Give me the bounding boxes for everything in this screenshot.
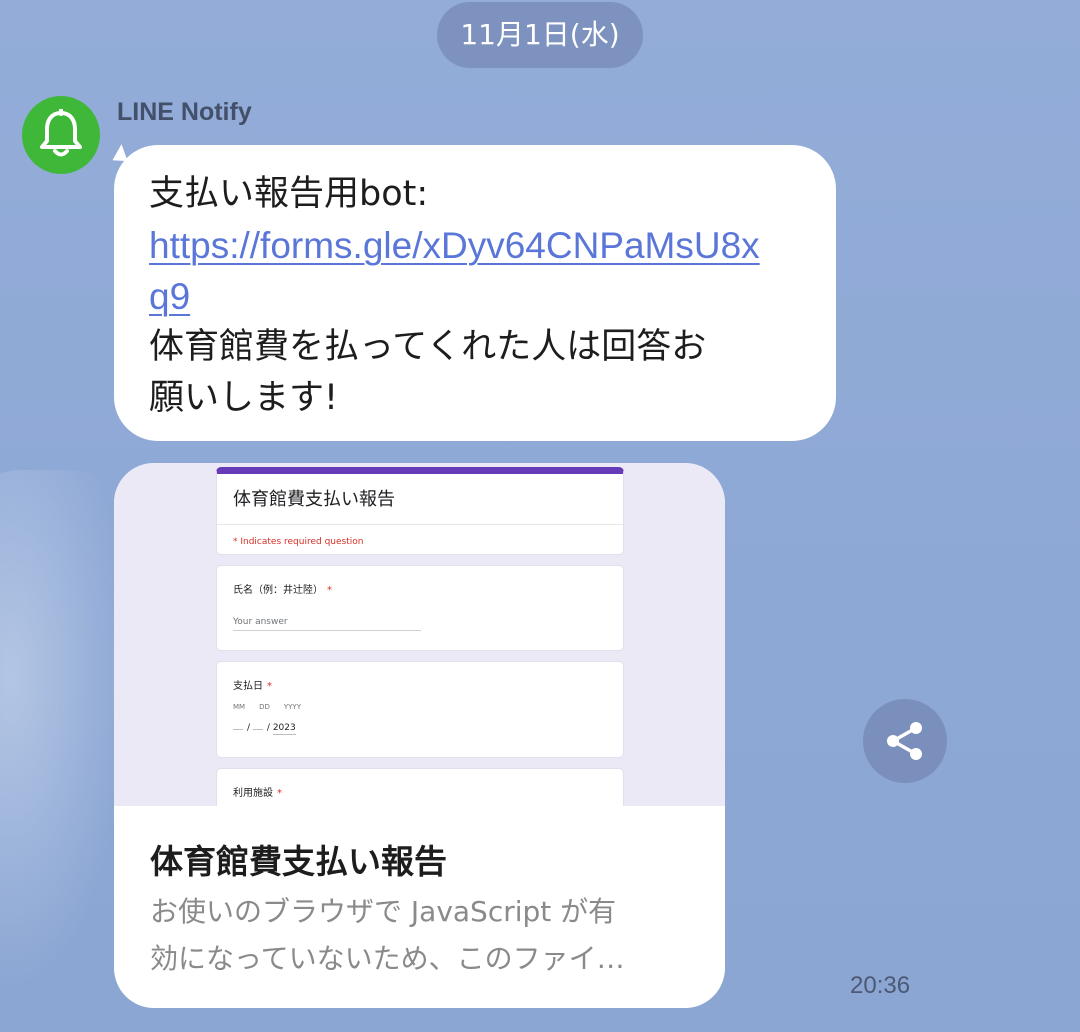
required-mark: * (327, 585, 332, 596)
sender-avatar[interactable] (22, 96, 100, 174)
message-timestamp: 20:36 (850, 972, 911, 999)
form-divider (217, 524, 623, 525)
message-text-line-2: 願いします! (149, 378, 339, 418)
date-field-values: / / 2023 (233, 723, 296, 735)
link-preview-card[interactable]: 体育館費支払い報告 * Indicates required question … (114, 463, 725, 1008)
form-question-facility: 利用施設 * (216, 768, 624, 806)
answer-placeholder: Your answer (233, 617, 288, 627)
share-button[interactable] (863, 699, 947, 783)
question-label-date: 支払日 * (233, 681, 272, 692)
form-header-box: 体育館費支払い報告 * Indicates required question (216, 467, 624, 555)
message-text-line-1: 体育館費を払ってくれた人は回答お (149, 327, 707, 367)
form-title: 体育館費支払い報告 (233, 489, 395, 510)
form-question-name: 氏名（例：井辻陸） * Your answer (216, 565, 624, 651)
message-link-line-1[interactable]: https://forms.gle/xDyv64CNPaMsU8x (149, 220, 802, 271)
question-label-name: 氏名（例：井辻陸） * (233, 585, 332, 596)
background-cloud (0, 470, 130, 990)
form-question-date: 支払日 * MM DD YYYY / / 2023 (216, 661, 624, 758)
question-label-facility: 利用施設 * (233, 788, 282, 799)
message-bubble[interactable]: 支払い報告用bot: https://forms.gle/xDyv64CNPaM… (114, 145, 836, 441)
form-required-note: * Indicates required question (233, 537, 364, 547)
answer-underline (233, 630, 421, 631)
sender-name[interactable]: LINE Notify (117, 98, 252, 127)
required-mark: * (267, 681, 272, 692)
required-mark: * (277, 788, 282, 799)
share-icon (887, 722, 922, 760)
form-preview-image: 体育館費支払い報告 * Indicates required question … (114, 463, 725, 806)
card-title[interactable]: 体育館費支払い報告 (150, 835, 447, 883)
card-description: お使いのブラウザで JavaScript が有 効になっていないため、このファイ… (150, 895, 625, 975)
date-field-headers: MM DD YYYY (233, 703, 301, 711)
message-link-line-2[interactable]: q9 (149, 271, 802, 322)
date-separator: 11月1日(水) (437, 2, 643, 68)
message-text-prefix: 支払い報告用bot: (149, 174, 429, 214)
bell-icon (40, 109, 82, 157)
